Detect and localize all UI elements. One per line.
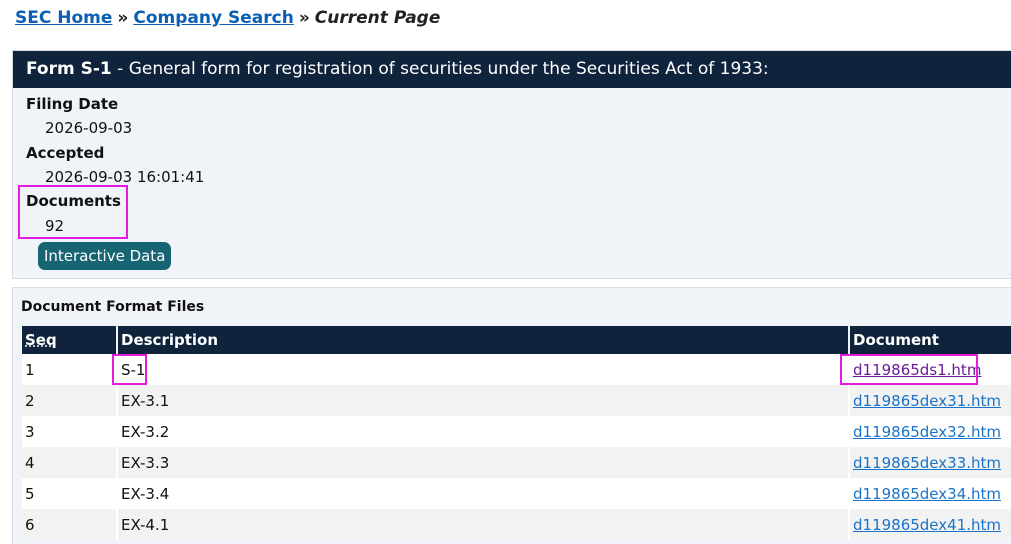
document-link[interactable]: d119865dex33.htm [853,454,1001,472]
breadcrumb-separator: » [298,8,310,28]
table-row: 5 EX-3.4 d119865dex34.htm [22,478,1011,509]
form-header: Form S-1 - General form for registration… [13,51,1011,88]
table-row: 6 EX-4.1 d119865dex41.htm [22,509,1011,540]
row-description: EX-3.2 [117,416,850,447]
accepted-label: Accepted [26,144,105,162]
accepted-value: 2026-09-03 16:01:41 [45,168,205,186]
row-description: S-1 [117,354,850,385]
row-seq: 4 [22,447,118,478]
table-row: 3 EX-3.2 d119865dex32.htm [22,416,1011,447]
row-seq: 1 [22,354,118,385]
filing-date-label: Filing Date [26,95,119,113]
row-seq: 5 [22,478,118,509]
row-document: d119865dex31.htm [849,385,1011,416]
documents-label: Documents [26,192,121,210]
breadcrumb: SEC Home» Company Search» Current Page [15,8,440,28]
row-description: EX-4.1 [117,509,850,540]
document-format-files-title: Document Format Files [21,299,205,315]
table-header-row: Seq Description Document [22,326,1011,354]
seq-column-header[interactable]: Seq [22,326,118,354]
breadcrumb-sec-home-link[interactable]: SEC Home [15,8,112,28]
form-type: Form S-1 [26,59,112,79]
row-seq: 3 [22,416,118,447]
documents-count: 92 [45,217,65,235]
form-description: - General form for registration of secur… [111,59,769,79]
row-document: d119865dex41.htm [849,509,1011,540]
row-seq: 6 [22,509,118,540]
table-row: 2 EX-3.1 d119865dex31.htm [22,385,1011,416]
document-link[interactable]: d119865ds1.htm [853,361,981,379]
filing-date-value: 2026-09-03 [45,119,133,137]
document-link[interactable]: d119865dex31.htm [853,392,1001,410]
row-description: EX-3.4 [117,478,850,509]
row-document: d119865dex32.htm [849,416,1011,447]
description-column-header: Description [117,326,850,354]
document-column-header: Document [849,326,1011,354]
row-description: EX-3.3 [117,447,850,478]
document-link[interactable]: d119865dex32.htm [853,423,1001,441]
breadcrumb-current-page: Current Page [314,8,441,28]
interactive-data-button[interactable]: Interactive Data [38,242,172,270]
row-document: d119865ds1.htm [849,354,1011,385]
row-document: d119865dex33.htm [849,447,1011,478]
breadcrumb-separator: » [117,8,129,28]
document-link[interactable]: d119865dex41.htm [853,516,1001,534]
table-row: 4 EX-3.3 d119865dex33.htm [22,447,1011,478]
table-row: 1 S-1 d119865ds1.htm [22,354,1011,385]
document-link[interactable]: d119865dex34.htm [853,485,1001,503]
breadcrumb-company-search-link[interactable]: Company Search [133,8,293,28]
row-description: EX-3.1 [117,385,850,416]
row-seq: 2 [22,385,118,416]
document-format-files-panel: Document Format Files Seq Description Do… [12,287,1011,544]
document-table: Seq Description Document 1 S-1 d119865ds… [22,326,1011,540]
form-info-panel: Form S-1 - General form for registration… [12,50,1011,279]
row-document: d119865dex34.htm [849,478,1011,509]
